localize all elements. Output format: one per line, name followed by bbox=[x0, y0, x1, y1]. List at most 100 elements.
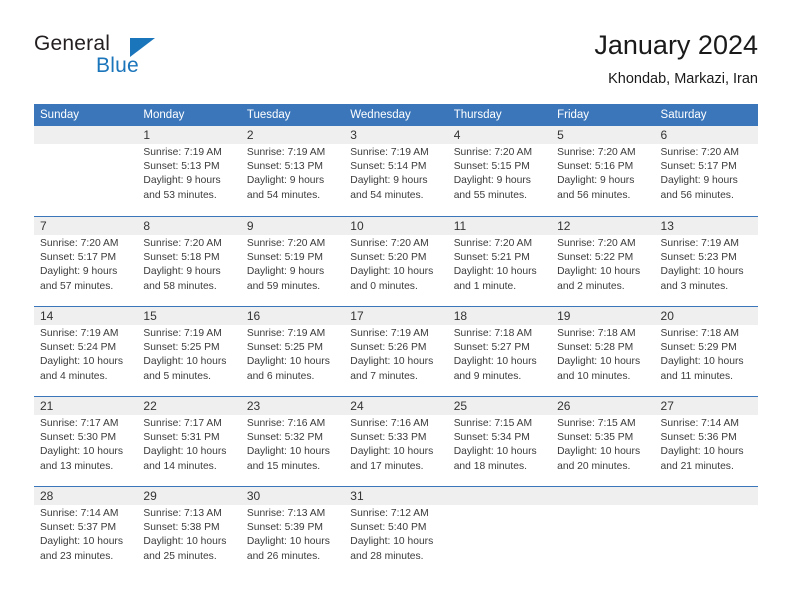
day-sun-info: Sunrise: 7:16 AM Sunset: 5:32 PM Dayligh… bbox=[246, 418, 330, 472]
title-block: January 2024 Khondab, Markazi, Iran bbox=[594, 28, 758, 90]
day-cell[interactable]: 23 Sunrise: 7:16 AM Sunset: 5:32 PM Dayli… bbox=[241, 397, 344, 487]
day-cell[interactable]: 5 Sunrise: 7:20 AM Sunset: 5:16 PM Daylig… bbox=[551, 126, 654, 216]
day-sun-info: Sunrise: 7:15 AM Sunset: 5:34 PM Dayligh… bbox=[453, 418, 537, 472]
day-sun-info: Sunrise: 7:20 AM Sunset: 5:15 PM Dayligh… bbox=[453, 147, 533, 201]
day-cell[interactable]: 31 Sunrise: 7:12 AM Sunset: 5:40 PM Dayli… bbox=[344, 487, 447, 577]
page-subtitle: Khondab, Markazi, Iran bbox=[608, 71, 758, 87]
day-cell[interactable]: 21 Sunrise: 7:17 AM Sunset: 5:30 PM Dayli… bbox=[34, 397, 137, 487]
day-number: 5 bbox=[557, 128, 564, 142]
day-number: 24 bbox=[350, 399, 364, 413]
day-sun-info: Sunrise: 7:14 AM Sunset: 5:36 PM Dayligh… bbox=[660, 418, 744, 472]
weekday-header-friday: Friday bbox=[557, 109, 590, 121]
day-cell[interactable]: 17 Sunrise: 7:19 AM Sunset: 5:26 PM Dayli… bbox=[344, 307, 447, 397]
day-sun-info: Sunrise: 7:17 AM Sunset: 5:31 PM Dayligh… bbox=[143, 418, 227, 472]
day-cell[interactable]: 6 Sunrise: 7:20 AM Sunset: 5:17 PM Daylig… bbox=[655, 126, 758, 216]
day-cell[interactable]: 24 Sunrise: 7:16 AM Sunset: 5:33 PM Dayli… bbox=[344, 397, 447, 487]
day-number: 28 bbox=[40, 489, 54, 503]
day-number: 1 bbox=[143, 128, 151, 142]
day-cell[interactable]: 11 Sunrise: 7:20 AM Sunset: 5:21 PM Dayli… bbox=[448, 217, 551, 307]
day-cell[interactable]: 2 Sunrise: 7:19 AM Sunset: 5:13 PM Daylig… bbox=[241, 126, 344, 216]
day-sun-info: Sunrise: 7:18 AM Sunset: 5:28 PM Dayligh… bbox=[557, 328, 641, 382]
day-number: 2 bbox=[246, 128, 254, 142]
day-sun-info: Sunrise: 7:18 AM Sunset: 5:29 PM Dayligh… bbox=[660, 328, 744, 382]
day-sun-info: Sunrise: 7:19 AM Sunset: 5:14 PM Dayligh… bbox=[350, 147, 429, 201]
day-sun-info: Sunrise: 7:16 AM Sunset: 5:33 PM Dayligh… bbox=[350, 418, 434, 472]
day-cell[interactable]: 22 Sunrise: 7:17 AM Sunset: 5:31 PM Dayli… bbox=[137, 397, 240, 487]
day-cell[interactable]: 27 Sunrise: 7:14 AM Sunset: 5:36 PM Dayli… bbox=[655, 397, 758, 487]
day-cell[interactable]: 8 Sunrise: 7:20 AM Sunset: 5:18 PM Daylig… bbox=[137, 217, 240, 307]
day-sun-info: Sunrise: 7:20 AM Sunset: 5:22 PM Dayligh… bbox=[557, 238, 641, 292]
day-number: 20 bbox=[660, 309, 674, 323]
day-sun-info: Sunrise: 7:20 AM Sunset: 5:21 PM Dayligh… bbox=[453, 238, 537, 292]
day-sun-info: Sunrise: 7:20 AM Sunset: 5:18 PM Dayligh… bbox=[143, 238, 222, 292]
day-sun-info: Sunrise: 7:18 AM Sunset: 5:27 PM Dayligh… bbox=[453, 328, 537, 382]
day-number: 4 bbox=[453, 128, 461, 142]
calendar-week-row: 28 Sunrise: 7:14 AM Sunset: 5:37 PM Dayli… bbox=[34, 486, 758, 576]
calendar-grid: Sunday Monday Tuesday Wednesday Thursday… bbox=[34, 104, 758, 576]
day-number: 16 bbox=[246, 309, 261, 323]
day-cell[interactable]: 25 Sunrise: 7:15 AM Sunset: 5:34 PM Dayli… bbox=[448, 397, 551, 487]
day-cell[interactable]: 18 Sunrise: 7:18 AM Sunset: 5:27 PM Dayli… bbox=[448, 307, 551, 397]
day-cell[interactable]: 30 Sunrise: 7:13 AM Sunset: 5:39 PM Dayli… bbox=[241, 487, 344, 577]
day-number: 10 bbox=[350, 219, 364, 233]
day-cell[interactable]: 14 Sunrise: 7:19 AM Sunset: 5:24 PM Dayli… bbox=[34, 307, 137, 397]
day-sun-info: Sunrise: 7:19 AM Sunset: 5:25 PM Dayligh… bbox=[246, 328, 330, 382]
day-number: 21 bbox=[40, 399, 54, 413]
day-cell[interactable]: 1 Sunrise: 7:19 AM Sunset: 5:13 PM Daylig… bbox=[137, 126, 240, 216]
day-sun-info: Sunrise: 7:17 AM Sunset: 5:30 PM Dayligh… bbox=[40, 418, 123, 472]
day-number: 7 bbox=[40, 219, 47, 233]
day-sun-info: Sunrise: 7:20 AM Sunset: 5:19 PM Dayligh… bbox=[246, 238, 326, 292]
day-cell[interactable] bbox=[448, 487, 551, 577]
day-cell[interactable]: 26 Sunrise: 7:15 AM Sunset: 5:35 PM Dayli… bbox=[551, 397, 654, 487]
day-sun-info: Sunrise: 7:14 AM Sunset: 5:37 PM Dayligh… bbox=[40, 508, 123, 562]
calendar-week-row: 21 Sunrise: 7:17 AM Sunset: 5:30 PM Dayli… bbox=[34, 396, 758, 486]
day-number: 11 bbox=[453, 219, 467, 233]
day-number: 8 bbox=[143, 219, 151, 233]
day-cell[interactable]: 28 Sunrise: 7:14 AM Sunset: 5:37 PM Dayli… bbox=[34, 487, 137, 577]
day-cell[interactable]: 29 Sunrise: 7:13 AM Sunset: 5:38 PM Dayli… bbox=[137, 487, 240, 577]
day-number: 26 bbox=[557, 399, 571, 413]
page-header: General Blue January 2024 Khondab, Marka… bbox=[34, 28, 758, 98]
day-cell[interactable]: 12 Sunrise: 7:20 AM Sunset: 5:22 PM Dayli… bbox=[551, 217, 654, 307]
day-cell[interactable]: 7 Sunrise: 7:20 AM Sunset: 5:17 PM Daylig… bbox=[34, 217, 137, 307]
calendar-week-row: 1 Sunrise: 7:19 AM Sunset: 5:13 PM Daylig… bbox=[34, 126, 758, 216]
day-cell[interactable]: 3 Sunrise: 7:19 AM Sunset: 5:14 PM Daylig… bbox=[344, 126, 447, 216]
day-cell[interactable]: 15 Sunrise: 7:19 AM Sunset: 5:25 PM Dayli… bbox=[137, 307, 240, 397]
day-sun-info: Sunrise: 7:13 AM Sunset: 5:38 PM Dayligh… bbox=[143, 508, 227, 562]
day-cell[interactable]: 20 Sunrise: 7:18 AM Sunset: 5:29 PM Dayli… bbox=[655, 307, 758, 397]
day-number: 18 bbox=[453, 309, 468, 323]
day-cell[interactable]: 10 Sunrise: 7:20 AM Sunset: 5:20 PM Dayli… bbox=[344, 217, 447, 307]
day-cell[interactable] bbox=[34, 126, 137, 216]
day-sun-info: Sunrise: 7:20 AM Sunset: 5:17 PM Dayligh… bbox=[660, 147, 739, 201]
day-number: 25 bbox=[453, 399, 468, 413]
weekday-header-row: Sunday Monday Tuesday Wednesday Thursday… bbox=[34, 104, 758, 126]
day-cell[interactable]: 4 Sunrise: 7:20 AM Sunset: 5:15 PM Daylig… bbox=[448, 126, 551, 216]
logo-text-general: General bbox=[34, 32, 111, 55]
logo-text-blue: Blue bbox=[96, 54, 139, 77]
day-number: 3 bbox=[350, 128, 357, 142]
calendar-week-row: 7 Sunrise: 7:20 AM Sunset: 5:17 PM Daylig… bbox=[34, 216, 758, 306]
day-cell[interactable]: 13 Sunrise: 7:19 AM Sunset: 5:23 PM Dayli… bbox=[655, 217, 758, 307]
day-sun-info: Sunrise: 7:19 AM Sunset: 5:26 PM Dayligh… bbox=[350, 328, 434, 382]
day-cell[interactable]: 9 Sunrise: 7:20 AM Sunset: 5:19 PM Daylig… bbox=[241, 217, 344, 307]
weekday-header-monday: Monday bbox=[143, 109, 185, 121]
day-sun-info: Sunrise: 7:13 AM Sunset: 5:39 PM Dayligh… bbox=[246, 508, 330, 562]
day-sun-info: Sunrise: 7:20 AM Sunset: 5:20 PM Dayligh… bbox=[350, 238, 434, 292]
page-title: January 2024 bbox=[594, 30, 758, 60]
day-cell[interactable]: 16 Sunrise: 7:19 AM Sunset: 5:25 PM Dayli… bbox=[241, 307, 344, 397]
day-cell[interactable] bbox=[551, 487, 654, 577]
weekday-header-tuesday: Tuesday bbox=[246, 109, 291, 121]
weekday-header-sunday: Sunday bbox=[40, 109, 80, 121]
day-sun-info: Sunrise: 7:15 AM Sunset: 5:35 PM Dayligh… bbox=[557, 418, 641, 472]
day-cell[interactable]: 19 Sunrise: 7:18 AM Sunset: 5:28 PM Dayli… bbox=[551, 307, 654, 397]
day-number: 12 bbox=[557, 219, 571, 233]
general-blue-logo[interactable]: General Blue bbox=[34, 32, 234, 88]
day-sun-info: Sunrise: 7:19 AM Sunset: 5:23 PM Dayligh… bbox=[660, 238, 744, 292]
day-sun-info: Sunrise: 7:20 AM Sunset: 5:16 PM Dayligh… bbox=[557, 147, 636, 201]
day-number: 22 bbox=[143, 399, 157, 413]
weekday-header-thursday: Thursday bbox=[453, 109, 502, 121]
day-cell[interactable] bbox=[655, 487, 758, 577]
day-number: 27 bbox=[660, 399, 674, 413]
day-sun-info: Sunrise: 7:19 AM Sunset: 5:24 PM Dayligh… bbox=[40, 328, 123, 382]
day-number: 19 bbox=[557, 309, 571, 323]
